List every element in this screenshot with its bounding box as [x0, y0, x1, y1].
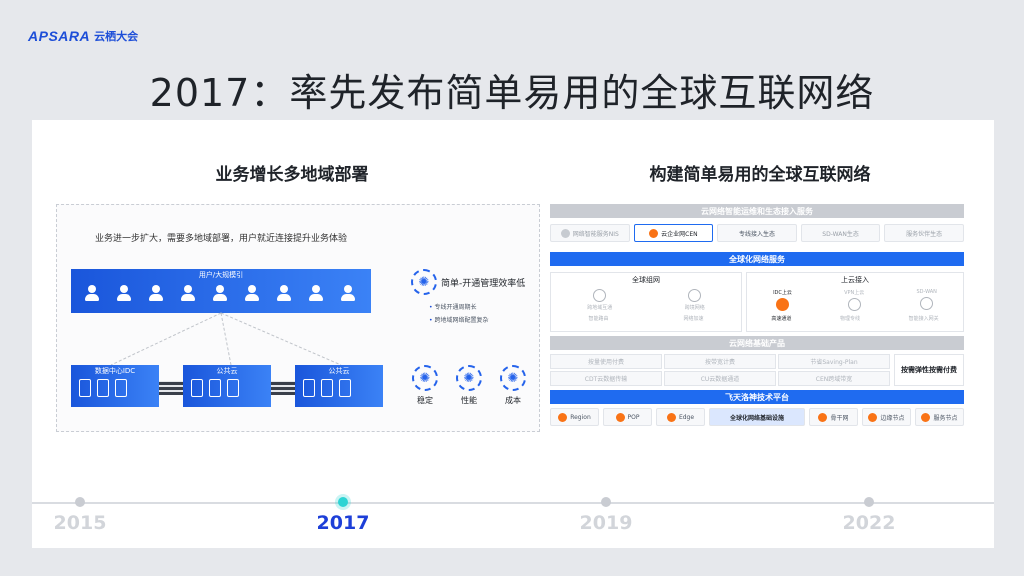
page-title: 2017：率先发布简单易用的全球互联网络: [149, 71, 875, 115]
chip: 边缘节点: [862, 408, 911, 426]
service-item: 跨境网络: [685, 289, 705, 311]
metric-label: 稳定: [417, 396, 433, 405]
left-subtitle: 业务增长多地域部署: [215, 165, 369, 185]
chip: 网络智能服务NIS: [550, 224, 630, 242]
service-icon: [688, 289, 702, 302]
cloud-node: 公共云: [295, 365, 383, 407]
service-icon: [847, 298, 861, 311]
metric-label: 性能: [461, 396, 477, 405]
service-icon: [593, 289, 607, 302]
content-panel: 业务增长多地域部署 构建简单易用的全球互联网络 业务进一步扩大，需要多地域部署，…: [32, 120, 994, 548]
feature-point: 跨地域网络配置复杂: [429, 314, 541, 327]
metrics-row: ✺ 稳定 ✺ 性能 ✺ 成本: [411, 365, 527, 406]
edge-node-icon: [868, 412, 878, 422]
sun-icon: ✺: [412, 365, 438, 391]
year-2015[interactable]: 2015: [40, 512, 120, 534]
link-icon: [159, 381, 183, 395]
architecture-diagram: 云网络智能运维和生态接入服务 网络智能服务NIS 云企业网CEN 专线接入生态 …: [550, 204, 964, 432]
metric-stable: ✺ 稳定: [411, 365, 439, 406]
metric-cost: ✺ 成本: [499, 365, 527, 406]
year-2022[interactable]: 2022: [829, 512, 909, 534]
billing-box: 按需弹性按需付费: [894, 354, 964, 386]
year-2019[interactable]: 2019: [566, 512, 646, 534]
product-cell: 按量使用付费: [550, 354, 662, 369]
region-icon: [558, 412, 568, 422]
band-foundation: 云网络基础产品: [550, 336, 964, 350]
feature-point: 专线开通周期长: [429, 301, 541, 314]
idc-node: 数据中心IDC: [71, 365, 159, 407]
platform-row: Region POP Edge 全球化网络基础设施 骨干网 边缘节点 服务节点: [550, 408, 964, 426]
global-net-col: 全球组网 跨地域互通 跨境网络 智能路由 网络加速: [550, 272, 742, 332]
col-title: 全球组网: [632, 276, 660, 284]
deployment-diagram: 业务进一步扩大，需要多地域部署，用户就近连接提升业务体验 用户/大规模引 数据中…: [56, 204, 540, 432]
global-services: 全球组网 跨地域互通 跨境网络 智能路由 网络加速 上云接入 IDC上云 VPN…: [550, 272, 964, 332]
band-platform: 飞天洛神技术平台: [550, 390, 964, 404]
pop-icon: [615, 412, 625, 422]
chip-cen: 云企业网CEN: [633, 224, 714, 242]
service-icon: [775, 298, 789, 311]
service-icon: [920, 297, 934, 310]
chip: 服务节点: [915, 408, 964, 426]
timeline-dot[interactable]: [601, 497, 611, 507]
brand: APSARA 云栖大会: [28, 28, 138, 44]
node-label: 数据中心IDC: [94, 367, 136, 375]
service-item: 跨地域互通: [587, 289, 612, 311]
product-cell: 按带宽计费: [664, 354, 776, 369]
link-icon: [271, 381, 295, 395]
band-ops: 云网络智能运维和生态接入服务: [550, 204, 964, 218]
year-2017[interactable]: 2017: [303, 512, 383, 534]
product-cell: CEN跨域带宽: [778, 371, 890, 386]
edge-icon: [666, 412, 676, 422]
service-item: 高速通道: [771, 316, 792, 322]
sun-icon: ✺: [411, 269, 437, 295]
cloud-node: 公共云: [183, 365, 271, 407]
timeline-dot[interactable]: [75, 497, 85, 507]
service-icon: [560, 228, 570, 238]
timeline-dot-active[interactable]: [338, 497, 348, 507]
apsara-logo: APSARA: [28, 28, 91, 44]
product-cell: CU云数据通道: [664, 371, 776, 386]
server-icon: [191, 379, 239, 397]
chip: 服务伙伴生态: [884, 224, 964, 242]
product-cell: 节省Saving-Plan: [778, 354, 890, 369]
service-item: 智能接入网关: [908, 316, 939, 322]
server-icon: [303, 379, 351, 397]
service-item: 物理专线: [839, 316, 860, 322]
chip: 骨干网: [809, 408, 858, 426]
service-item: SD-WAN: [916, 289, 937, 311]
chip: 专线接入生态: [717, 224, 797, 242]
service-item: VPN上云: [844, 289, 864, 311]
chip: Region: [550, 408, 599, 426]
service-item: 网络加速: [683, 316, 704, 322]
chip: SD-WAN生态: [800, 224, 881, 242]
timeline-track: [32, 502, 994, 504]
service-icon: [649, 228, 659, 238]
service-item: IDC上云: [773, 289, 792, 311]
server-icon: [79, 379, 127, 397]
chip: POP: [603, 408, 652, 426]
cloud-access-col: 上云接入 IDC上云 VPN上云 SD-WAN 高速通道 物理专线 智能接入网关: [746, 272, 964, 332]
sun-icon: ✺: [456, 365, 482, 391]
timeline-dot[interactable]: [864, 497, 874, 507]
node-label: 公共云: [216, 367, 238, 375]
product-cell: CDT云数据传输: [550, 371, 662, 386]
chip: Edge: [656, 408, 705, 426]
brand-name: 云栖大会: [94, 30, 139, 43]
feature-block: ✺ 简单-开通管理效率低 专线开通周期长 跨地域网络配置复杂: [411, 269, 541, 327]
feature-points: 专线开通周期长 跨地域网络配置复杂: [429, 301, 541, 327]
backbone-icon: [818, 412, 828, 422]
metric-label: 成本: [505, 396, 521, 405]
metric-performance: ✺ 性能: [455, 365, 483, 406]
service-node-icon: [921, 412, 931, 422]
feature-title: 简单-开通管理效率低: [441, 278, 526, 289]
chip-infra: 全球化网络基础设施: [709, 408, 805, 426]
service-item: 智能路由: [588, 316, 609, 322]
foundation-products: 按量使用付费 按带宽计费 节省Saving-Plan CDT云数据传输 CU云数…: [550, 354, 964, 388]
col-title: 上云接入: [841, 276, 869, 284]
right-subtitle: 构建简单易用的全球互联网络: [649, 165, 871, 185]
node-label: 公共云: [328, 367, 350, 375]
ops-row: 网络智能服务NIS 云企业网CEN 专线接入生态 SD-WAN生态 服务伙伴生态: [550, 224, 964, 242]
band-global: 全球化网络服务: [550, 252, 964, 266]
sun-icon: ✺: [500, 365, 526, 391]
